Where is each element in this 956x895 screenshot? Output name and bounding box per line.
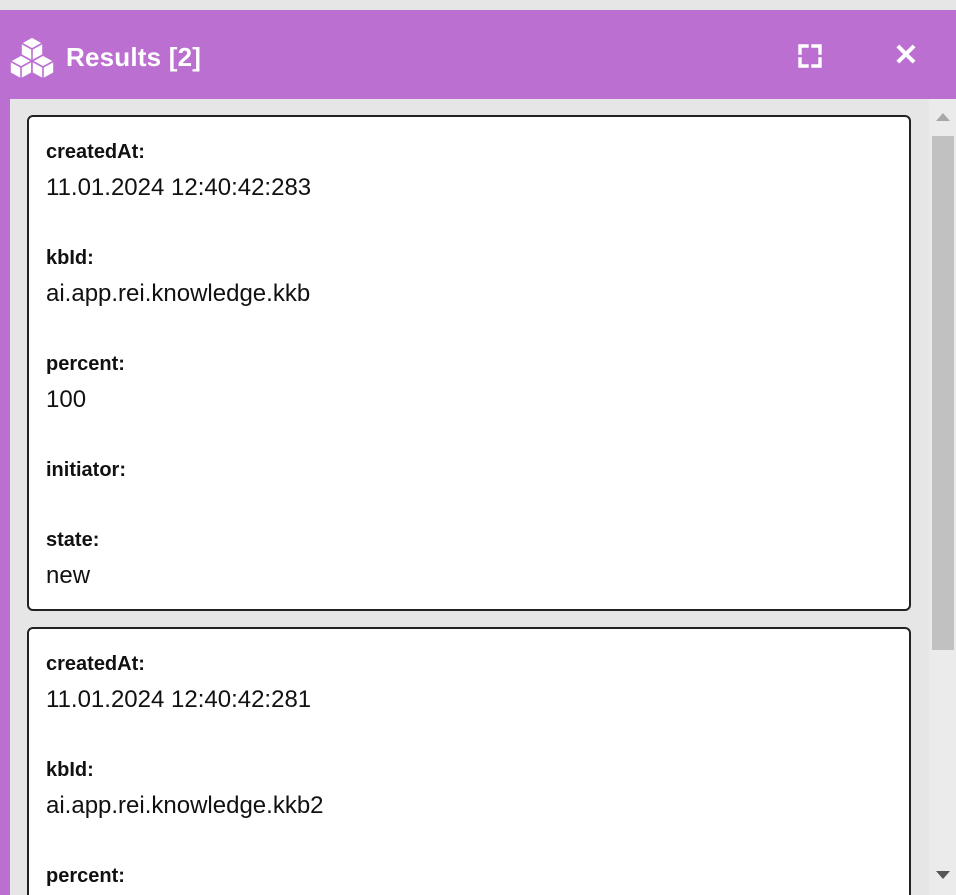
field-label: percent: [46, 353, 125, 375]
field-value: 11.01.2024 12:40:42:281 [46, 686, 312, 713]
panel-title: Results [2] [66, 42, 202, 72]
field-value: 11.01.2024 12:40:42:283 [46, 174, 312, 201]
field-percent: percent: [46, 865, 125, 888]
field-initiator: initiator: [46, 459, 126, 492]
result-card: createdAt: 11.01.2024 12:40:42:281 kbId:… [27, 627, 911, 895]
panel-header: Results [2] ✕ [0, 10, 956, 99]
results-panel: Results [2] ✕ createdAt: 11.01.2024 12:4… [0, 0, 956, 895]
field-label: kbId: [46, 759, 94, 781]
field-label: kbId: [46, 247, 94, 269]
scroll-up-arrow-icon[interactable] [936, 113, 950, 121]
field-percent: percent: 100 [46, 353, 125, 414]
field-label: createdAt: [46, 141, 145, 163]
results-list[interactable]: createdAt: 11.01.2024 12:40:42:283 kbId:… [10, 99, 929, 895]
field-label: state: [46, 529, 100, 551]
vertical-scrollbar[interactable] [929, 99, 956, 895]
field-value: 100 [46, 386, 87, 413]
field-value: ai.app.rei.knowledge.kkb [46, 280, 311, 307]
maximize-icon [798, 44, 822, 68]
field-label: percent: [46, 865, 125, 887]
field-kbId: kbId: ai.app.rei.knowledge.kkb [46, 247, 310, 308]
field-createdAt: createdAt: 11.01.2024 12:40:42:281 [46, 653, 311, 714]
cubes-icon [9, 36, 55, 80]
field-label: createdAt: [46, 653, 145, 675]
close-button[interactable]: ✕ [884, 34, 928, 78]
field-label: initiator: [46, 459, 126, 481]
scroll-down-arrow-icon[interactable] [936, 871, 950, 879]
field-value: ai.app.rei.knowledge.kkb2 [46, 792, 324, 819]
field-value: new [46, 562, 91, 589]
scrollbar-thumb[interactable] [932, 136, 954, 650]
field-createdAt: createdAt: 11.01.2024 12:40:42:283 [46, 141, 311, 202]
result-card: createdAt: 11.01.2024 12:40:42:283 kbId:… [27, 115, 911, 611]
close-icon: ✕ [893, 39, 919, 72]
field-kbId: kbId: ai.app.rei.knowledge.kkb2 [46, 759, 324, 820]
maximize-button[interactable] [788, 34, 832, 78]
panel-left-border [0, 10, 10, 895]
field-state: state: new [46, 529, 99, 590]
